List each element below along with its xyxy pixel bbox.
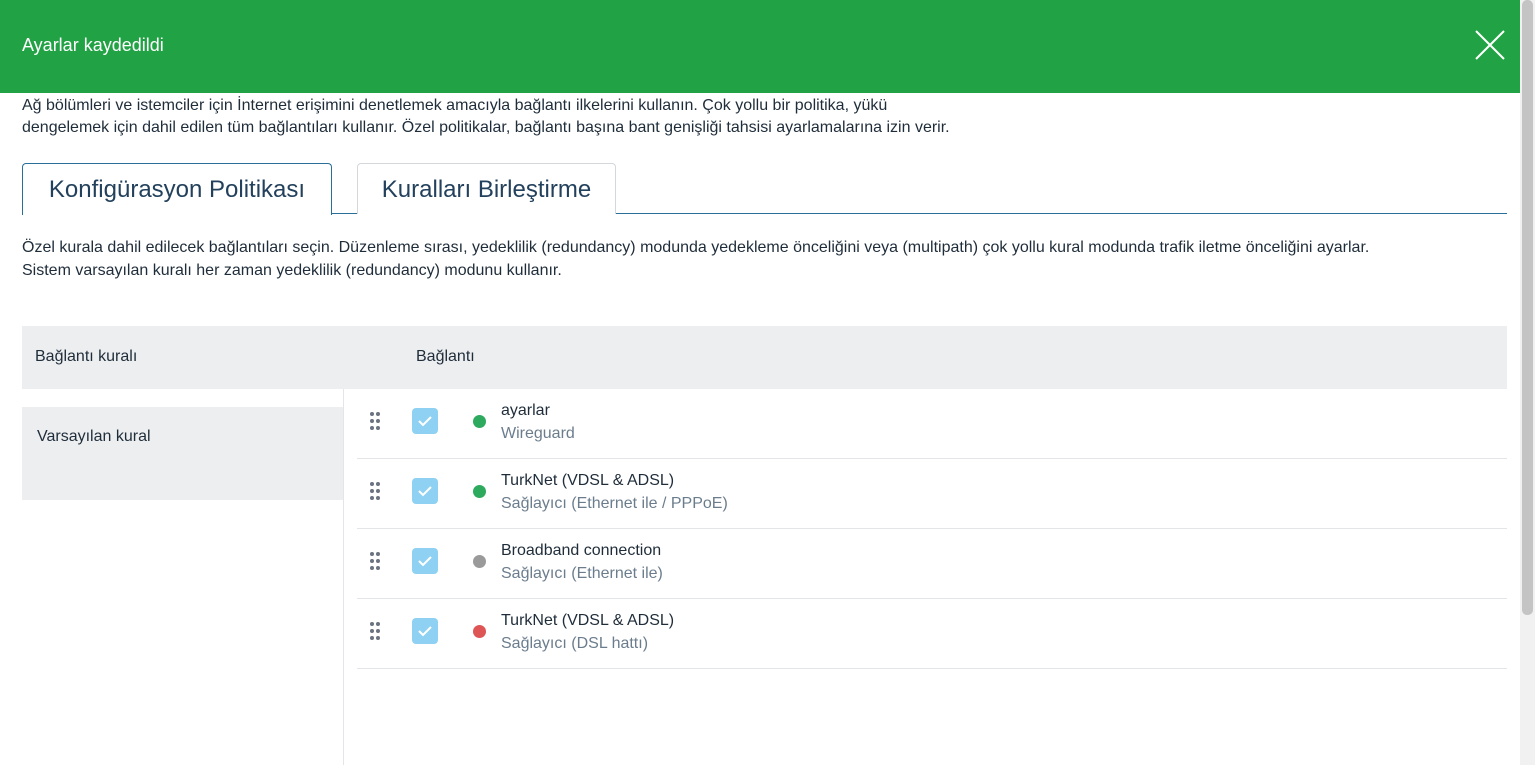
section-description: Özel kurala dahil edilecek bağlantıları … — [22, 236, 1512, 282]
connection-name: Broadband connection — [501, 542, 662, 559]
table-header: Bağlantı kuralı Bağlantı — [22, 326, 1507, 389]
connection-checkbox[interactable] — [412, 548, 438, 574]
rule-item-default[interactable]: Varsayılan kural — [22, 407, 343, 500]
status-dot-icon — [473, 485, 486, 498]
toast-message: Ayarlar kaydedildi — [22, 35, 164, 55]
checkmark-icon — [418, 556, 432, 567]
connection-name: ayarlar — [501, 402, 550, 419]
tab-configuration-policy[interactable]: Konfigürasyon Politikası — [22, 163, 332, 215]
scrollbar[interactable] — [1520, 0, 1535, 765]
intro-line: dengelemek için dahil edilen tüm bağlant… — [22, 119, 950, 136]
drag-handle-icon[interactable] — [369, 551, 381, 571]
status-dot-icon — [473, 555, 486, 568]
status-dot-icon — [473, 415, 486, 428]
connection-name: TurkNet (VDSL & ADSL) — [501, 612, 675, 629]
intro-line: Ağ bölümleri ve istemciler için İnternet… — [22, 97, 888, 114]
description-line: Sistem varsayılan kuralı her zaman yedek… — [22, 262, 562, 279]
connection-name: TurkNet (VDSL & ADSL) — [501, 472, 675, 489]
connection-row: TurkNet (VDSL & ADSL) Sağlayıcı (DSL hatt… — [357, 599, 1507, 669]
column-header-rule: Bağlantı kuralı — [35, 348, 138, 365]
intro-text: Ağ bölümleri ve istemciler için İnternet… — [22, 95, 1102, 139]
column-header-connection: Bağlantı — [416, 348, 475, 365]
connection-type: Sağlayıcı (DSL hattı) — [501, 635, 649, 652]
checkmark-icon — [418, 626, 432, 637]
close-icon[interactable] — [1470, 25, 1510, 65]
drag-handle-icon[interactable] — [369, 411, 381, 431]
notification-toast: Ayarlar kaydedildi — [0, 0, 1520, 93]
tab-merge-rules[interactable]: Kuralları Birleştirme — [357, 163, 616, 214]
connection-row: Broadband connection Sağlayıcı (Ethernet … — [357, 529, 1507, 599]
scrollbar-thumb[interactable] — [1522, 0, 1533, 615]
connection-row: TurkNet (VDSL & ADSL) Sağlayıcı (Ethernet… — [357, 459, 1507, 529]
checkmark-icon — [418, 486, 432, 497]
description-line: Özel kurala dahil edilecek bağlantıları … — [22, 239, 1370, 256]
connection-checkbox[interactable] — [412, 478, 438, 504]
connection-checkbox[interactable] — [412, 618, 438, 644]
connection-checkbox[interactable] — [412, 408, 438, 434]
tab-bar: Konfigürasyon Politikası Kuralları Birle… — [22, 163, 1507, 215]
connection-type: Sağlayıcı (Ethernet ile) — [501, 565, 663, 582]
connection-row: ayarlar Wireguard — [357, 389, 1507, 459]
rule-label: Varsayılan kural — [37, 428, 151, 445]
connection-type: Wireguard — [501, 425, 575, 442]
checkmark-icon — [418, 416, 432, 427]
drag-handle-icon[interactable] — [369, 481, 381, 501]
column-divider — [343, 389, 344, 765]
status-dot-icon — [473, 625, 486, 638]
drag-handle-icon[interactable] — [369, 621, 381, 641]
connection-type: Sağlayıcı (Ethernet ile / PPPoE) — [501, 495, 728, 512]
